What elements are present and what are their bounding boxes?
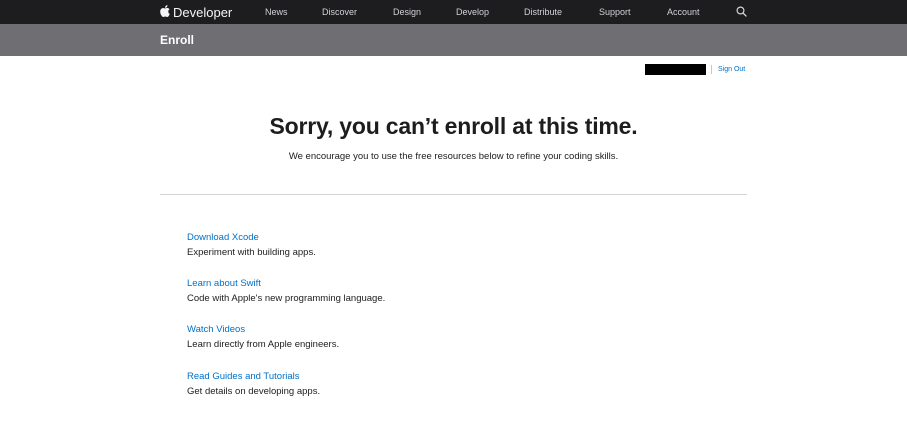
search-icon[interactable]	[736, 6, 747, 17]
account-bar: Sign Out	[645, 63, 745, 75]
watch-videos-link[interactable]: Watch Videos	[187, 323, 339, 336]
separator	[711, 64, 712, 74]
redacted-account-name	[645, 63, 706, 75]
resource-download-xcode: Download Xcode Experiment with building …	[187, 231, 316, 259]
nav-item-support[interactable]: Support	[599, 0, 631, 24]
nav-item-discover[interactable]: Discover	[322, 0, 357, 24]
developer-home-link[interactable]: Developer	[160, 0, 232, 24]
sign-out-link[interactable]: Sign Out	[718, 66, 745, 73]
resource-guides-tutorials: Read Guides and Tutorials Get details on…	[187, 370, 320, 398]
learn-swift-link[interactable]: Learn about Swift	[187, 277, 385, 290]
page-title: Sorry, you can’t enroll at this time.	[269, 113, 638, 139]
local-nav: Enroll	[0, 24, 907, 56]
nav-item-distribute[interactable]: Distribute	[524, 0, 562, 24]
section-title[interactable]: Enroll	[160, 24, 194, 56]
resource-watch-videos: Watch Videos Learn directly from Apple e…	[187, 323, 339, 351]
resource-description: Experiment with building apps.	[187, 247, 316, 258]
page-subtitle: We encourage you to use the free resourc…	[288, 151, 619, 162]
resource-learn-swift: Learn about Swift Code with Apple's new …	[187, 277, 385, 305]
nav-item-design[interactable]: Design	[393, 0, 421, 24]
nav-item-news[interactable]: News	[265, 0, 288, 24]
resource-description: Get details on developing apps.	[187, 386, 321, 397]
global-nav: Developer News Discover Design Develop D…	[0, 0, 907, 24]
nav-item-develop[interactable]: Develop	[456, 0, 489, 24]
divider	[160, 194, 747, 195]
brand-label: Developer	[173, 4, 233, 20]
apple-icon	[160, 5, 170, 17]
guides-tutorials-link[interactable]: Read Guides and Tutorials	[187, 370, 320, 383]
download-xcode-link[interactable]: Download Xcode	[187, 231, 316, 244]
resource-description: Learn directly from Apple engineers.	[187, 339, 340, 350]
resource-description: Code with Apple's new programming langua…	[187, 293, 386, 304]
nav-item-account[interactable]: Account	[667, 0, 700, 24]
